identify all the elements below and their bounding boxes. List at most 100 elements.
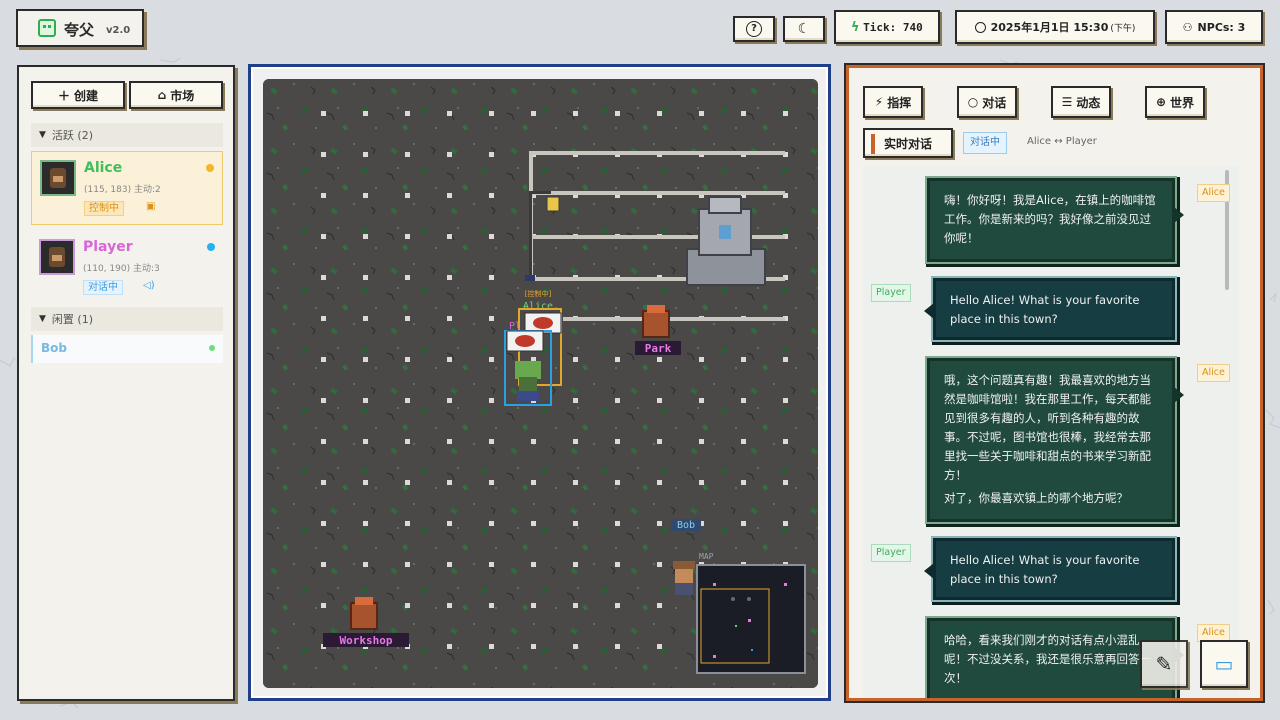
- grid-marker: [405, 398, 410, 403]
- conversation-participants: Alice ↔ Player: [1027, 136, 1097, 147]
- bob-map-label: Bob: [677, 520, 695, 531]
- npc-card-player[interactable]: Player (110, 190) 主动:3 对话中 ◁): [31, 231, 223, 301]
- grid-marker: [321, 357, 326, 362]
- park-label: Park: [645, 342, 672, 355]
- speaker-label: Player: [871, 284, 911, 302]
- grid-marker: [489, 357, 494, 362]
- speaker-label: Alice: [1197, 364, 1230, 382]
- grid-marker: [405, 193, 410, 198]
- create-label: 创建: [74, 88, 99, 103]
- npc-sidebar: ＋ 创建 ⌂ 市场 ▼ 活跃 (2) Alice (115, 183) 主动:2…: [17, 65, 235, 701]
- npc-count-badge: ⚇ NPCs: 3: [1165, 10, 1263, 44]
- grid-marker: [531, 562, 536, 567]
- status-badge: 控制中: [84, 201, 124, 216]
- collapse-arrow-icon: ▼: [39, 314, 46, 324]
- grid-marker: [447, 357, 452, 362]
- grid-marker: [321, 439, 326, 444]
- alice-map-label: Alice: [523, 301, 553, 312]
- grid-marker: [531, 439, 536, 444]
- grid-marker: [447, 644, 452, 649]
- grid-marker: [447, 603, 452, 608]
- grid-marker: [363, 275, 368, 280]
- grid-marker: [489, 480, 494, 485]
- app-title: 夸父: [64, 21, 95, 39]
- grid-marker: [783, 111, 788, 116]
- tab-activity[interactable]: ☰ 动态: [1051, 86, 1111, 118]
- grid-marker: [699, 439, 704, 444]
- tab-dialogue[interactable]: ○ 对话: [957, 86, 1017, 118]
- tab-label: 指挥: [887, 95, 912, 110]
- message-text: Hello Alice! What is your favorite place…: [950, 293, 1140, 326]
- grid-marker: [405, 152, 410, 157]
- grid-marker: [405, 603, 410, 608]
- grid-marker: [447, 562, 452, 567]
- map-canvas[interactable]: Park Workshop [控制中] Alice Pl Bob MAP: [263, 79, 818, 688]
- subtab-realtime-chat[interactable]: 实时对话: [863, 128, 953, 158]
- grid-marker: [741, 439, 746, 444]
- grid-marker: [741, 357, 746, 362]
- grid-marker: [363, 234, 368, 239]
- grid-marker: [573, 480, 578, 485]
- grid-marker: [321, 234, 326, 239]
- grid-marker: [489, 152, 494, 157]
- message-list[interactable]: 嗨！你好呀！我是Alice，在镇上的咖啡馆工作。你是新来的吗？我好像之前没见过你…: [863, 166, 1239, 698]
- status-dot: [209, 345, 215, 351]
- grid-marker: [363, 439, 368, 444]
- grid-marker: [489, 562, 494, 567]
- grid-marker: [741, 480, 746, 485]
- moon-icon: ☾: [797, 21, 811, 37]
- help-button[interactable]: ?: [733, 16, 775, 42]
- monitor-icon: ▭: [1214, 652, 1234, 676]
- tab-world[interactable]: ⊕ 世界: [1145, 86, 1205, 118]
- grid-marker: [321, 152, 326, 157]
- tab-command[interactable]: ⚡ 指挥: [863, 86, 923, 118]
- grid-marker: [573, 644, 578, 649]
- grid-marker: [573, 111, 578, 116]
- idle-section-header[interactable]: ▼ 闲置 (1): [31, 307, 223, 331]
- edit-button[interactable]: ✎: [1140, 640, 1188, 688]
- market-button[interactable]: ⌂ 市场: [129, 81, 223, 109]
- message-bubble: Hello Alice! What is your favorite place…: [924, 278, 1175, 340]
- world-map[interactable]: Park Workshop [控制中] Alice Pl Bob MAP: [263, 79, 818, 688]
- grid-marker: [657, 521, 662, 526]
- npc-card-bob[interactable]: Bob: [31, 335, 223, 363]
- grid-marker: [405, 439, 410, 444]
- bolt-icon: ϟ: [851, 19, 860, 35]
- grid-marker: [489, 316, 494, 321]
- grid-marker: [783, 398, 788, 403]
- active-section-header[interactable]: ▼ 活跃 (2): [31, 123, 223, 147]
- grid-marker: [699, 357, 704, 362]
- terminal-button[interactable]: ▭: [1200, 640, 1248, 688]
- create-button[interactable]: ＋ 创建: [31, 81, 125, 109]
- grid-marker: [447, 152, 452, 157]
- list-icon: ☰: [1061, 95, 1073, 109]
- grid-marker: [447, 193, 452, 198]
- grid-marker: [405, 480, 410, 485]
- tab-label: 动态: [1076, 95, 1101, 110]
- message-text: Hello Alice! What is your favorite place…: [950, 553, 1140, 586]
- grid-marker: [573, 357, 578, 362]
- robot-icon: [38, 19, 56, 37]
- grid-marker: [363, 357, 368, 362]
- speaker-label: Player: [871, 544, 911, 562]
- grid-marker: [657, 111, 662, 116]
- help-icon: ?: [746, 21, 762, 37]
- minimap[interactable]: MAP: [696, 552, 806, 674]
- grid-marker: [489, 234, 494, 239]
- theme-toggle-button[interactable]: ☾: [783, 16, 825, 42]
- grid-marker: [363, 480, 368, 485]
- message-text: 嗨！你好呀！我是Alice，在镇上的咖啡馆工作。你是新来的吗？我好像之前没见过你…: [944, 193, 1156, 245]
- grid-marker: [531, 644, 536, 649]
- message-text: 哈哈，看来我们刚才的对话有点小混乱呢！不过没关系，我还是很乐意再回答一次！: [944, 633, 1151, 685]
- npc-name: Bob: [41, 341, 67, 355]
- grid-marker: [615, 521, 620, 526]
- npc-card-alice[interactable]: Alice (115, 183) 主动:2 控制中 ▣: [31, 151, 223, 225]
- status-dot: [207, 243, 215, 251]
- grid-marker: [657, 357, 662, 362]
- message-bubble: 哦，这个问题真有趣！我最喜欢的地方当然是咖啡馆啦！我在那里工作，每天都能见到很多…: [927, 358, 1184, 522]
- grid-marker: [783, 439, 788, 444]
- app-version: v2.0: [106, 25, 131, 36]
- status-badge: 对话中: [963, 132, 1007, 154]
- grid-marker: [489, 275, 494, 280]
- grid-marker: [531, 111, 536, 116]
